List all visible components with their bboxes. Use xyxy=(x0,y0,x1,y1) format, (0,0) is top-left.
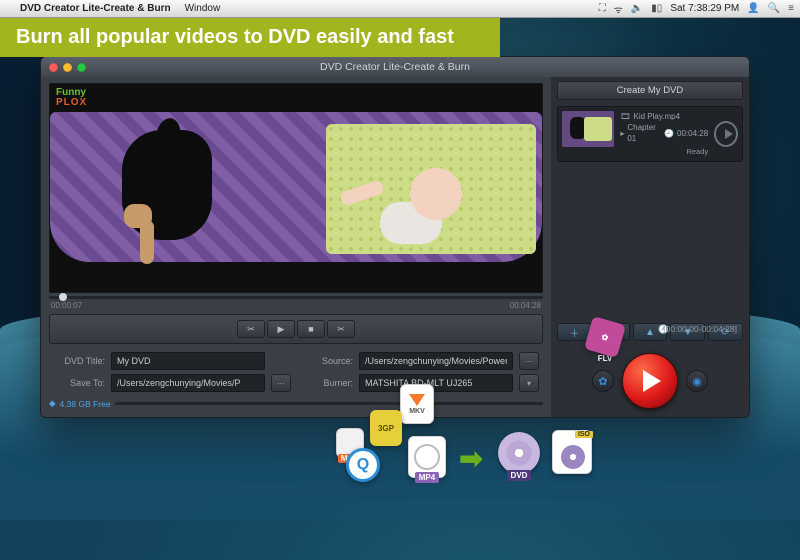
browse-source-button[interactable]: ⋯ xyxy=(519,352,539,370)
save-to-input[interactable] xyxy=(111,374,265,392)
source-label: Source: xyxy=(301,356,353,366)
format-flv-icon: ✿FLV xyxy=(588,320,622,363)
film-icon: 🎞 xyxy=(620,111,630,122)
settings-grid: DVD Title: Source: ⋯ Save To: ⋯ Burner: … xyxy=(49,352,543,392)
save-to-label: Save To: xyxy=(49,378,105,388)
dvd-title-input[interactable] xyxy=(111,352,265,370)
format-mkv-icon: MKV xyxy=(400,384,434,424)
window-title: DVD Creator Lite-Create & Burn xyxy=(41,61,749,73)
chevron-right-icon: ▸ xyxy=(620,128,624,139)
trim-range: [00:00:00-00:04:28] xyxy=(663,324,737,334)
watermark-line: PLOX xyxy=(56,98,87,108)
format-iso-icon: ISO xyxy=(552,430,592,474)
volume-icon[interactable]: 🔈 xyxy=(631,3,643,14)
elapsed-time: 00:00:07 xyxy=(51,301,82,310)
transport-bar: ✂ ▶ ■ ✂ 🕘 [00:00:00-00:04:28] xyxy=(49,314,543,344)
wifi-icon[interactable]: ᯤ xyxy=(614,2,623,16)
mac-menubar: DVD Creator Lite-Create & Burn Window ⛶ … xyxy=(0,0,800,18)
preview-art xyxy=(102,122,252,262)
clip-list-empty xyxy=(557,168,743,317)
close-window-button[interactable] xyxy=(49,63,58,72)
preview-watermark: Funny PLOX xyxy=(56,88,87,108)
format-3gp-icon: 3GP xyxy=(370,410,402,446)
menubar-app-name[interactable]: DVD Creator Lite-Create & Burn xyxy=(20,3,171,14)
app-window: DVD Creator Lite-Create & Burn Funny PLO… xyxy=(40,56,750,418)
user-icon[interactable]: 👤 xyxy=(747,3,759,14)
promo-banner: Burn all popular videos to DVD easily an… xyxy=(0,18,500,57)
clock-icon: 🕘 xyxy=(664,128,674,139)
free-space-bar xyxy=(115,402,543,405)
zoom-window-button[interactable] xyxy=(77,63,86,72)
clip-status: Ready xyxy=(620,147,708,158)
notification-center-icon[interactable]: ≡ xyxy=(788,3,794,14)
video-preview[interactable]: Funny PLOX xyxy=(49,83,543,293)
clip-thumbnail xyxy=(562,111,614,147)
stop-button[interactable]: ■ xyxy=(297,320,325,338)
clip-name: Kid Play.mp4 xyxy=(633,111,680,122)
burner-input[interactable] xyxy=(359,374,513,392)
preview-disc-button[interactable]: ◉ xyxy=(686,370,708,392)
window-titlebar[interactable]: DVD Creator Lite-Create & Burn xyxy=(41,57,749,77)
format-mp4-icon: MP4 xyxy=(408,436,446,483)
battery-icon[interactable]: ▮▯ xyxy=(651,3,662,14)
format-dvd-icon: DVD xyxy=(498,432,540,481)
free-space-indicator: ◆ 4.38 GB Free xyxy=(49,398,543,409)
fullscreen-icon[interactable]: ⛶ xyxy=(599,3,606,14)
clip-item[interactable]: 🎞Kid Play.mp4 ▸Chapter 01 🕘00:04:28 Read… xyxy=(557,106,743,162)
playback-seek-slider[interactable] xyxy=(49,296,543,299)
format-quicktime-icon: Q xyxy=(346,448,380,482)
burner-dropdown-button[interactable]: ▾ xyxy=(519,374,539,392)
total-time: 00:04:28 xyxy=(510,301,541,310)
minimize-window-button[interactable] xyxy=(63,63,72,72)
trim-start-button[interactable]: ✂ xyxy=(237,320,265,338)
play-button[interactable]: ▶ xyxy=(267,320,295,338)
burner-label: Burner: xyxy=(301,378,353,388)
preview-art xyxy=(362,162,472,252)
clip-duration: 00:04:28 xyxy=(677,128,708,139)
clip-play-button[interactable] xyxy=(714,121,738,147)
free-space-text: 4.38 GB Free xyxy=(60,399,111,409)
spotlight-icon[interactable]: 🔍 xyxy=(768,3,780,14)
menubar-window-menu[interactable]: Window xyxy=(185,3,221,14)
burn-button[interactable] xyxy=(622,353,678,409)
clip-chapter: Chapter 01 xyxy=(627,122,655,144)
dvd-title-label: DVD Title: xyxy=(49,356,105,366)
arrow-right-icon: ➡ xyxy=(452,444,490,472)
browse-save-button[interactable]: ⋯ xyxy=(271,374,291,392)
source-input[interactable] xyxy=(359,352,513,370)
menu-settings-button[interactable]: ✿ xyxy=(592,370,614,392)
menubar-clock[interactable]: Sat 7:38:29 PM xyxy=(670,3,739,14)
sidebar-header: Create My DVD xyxy=(557,81,743,100)
trim-end-button[interactable]: ✂ xyxy=(327,320,355,338)
